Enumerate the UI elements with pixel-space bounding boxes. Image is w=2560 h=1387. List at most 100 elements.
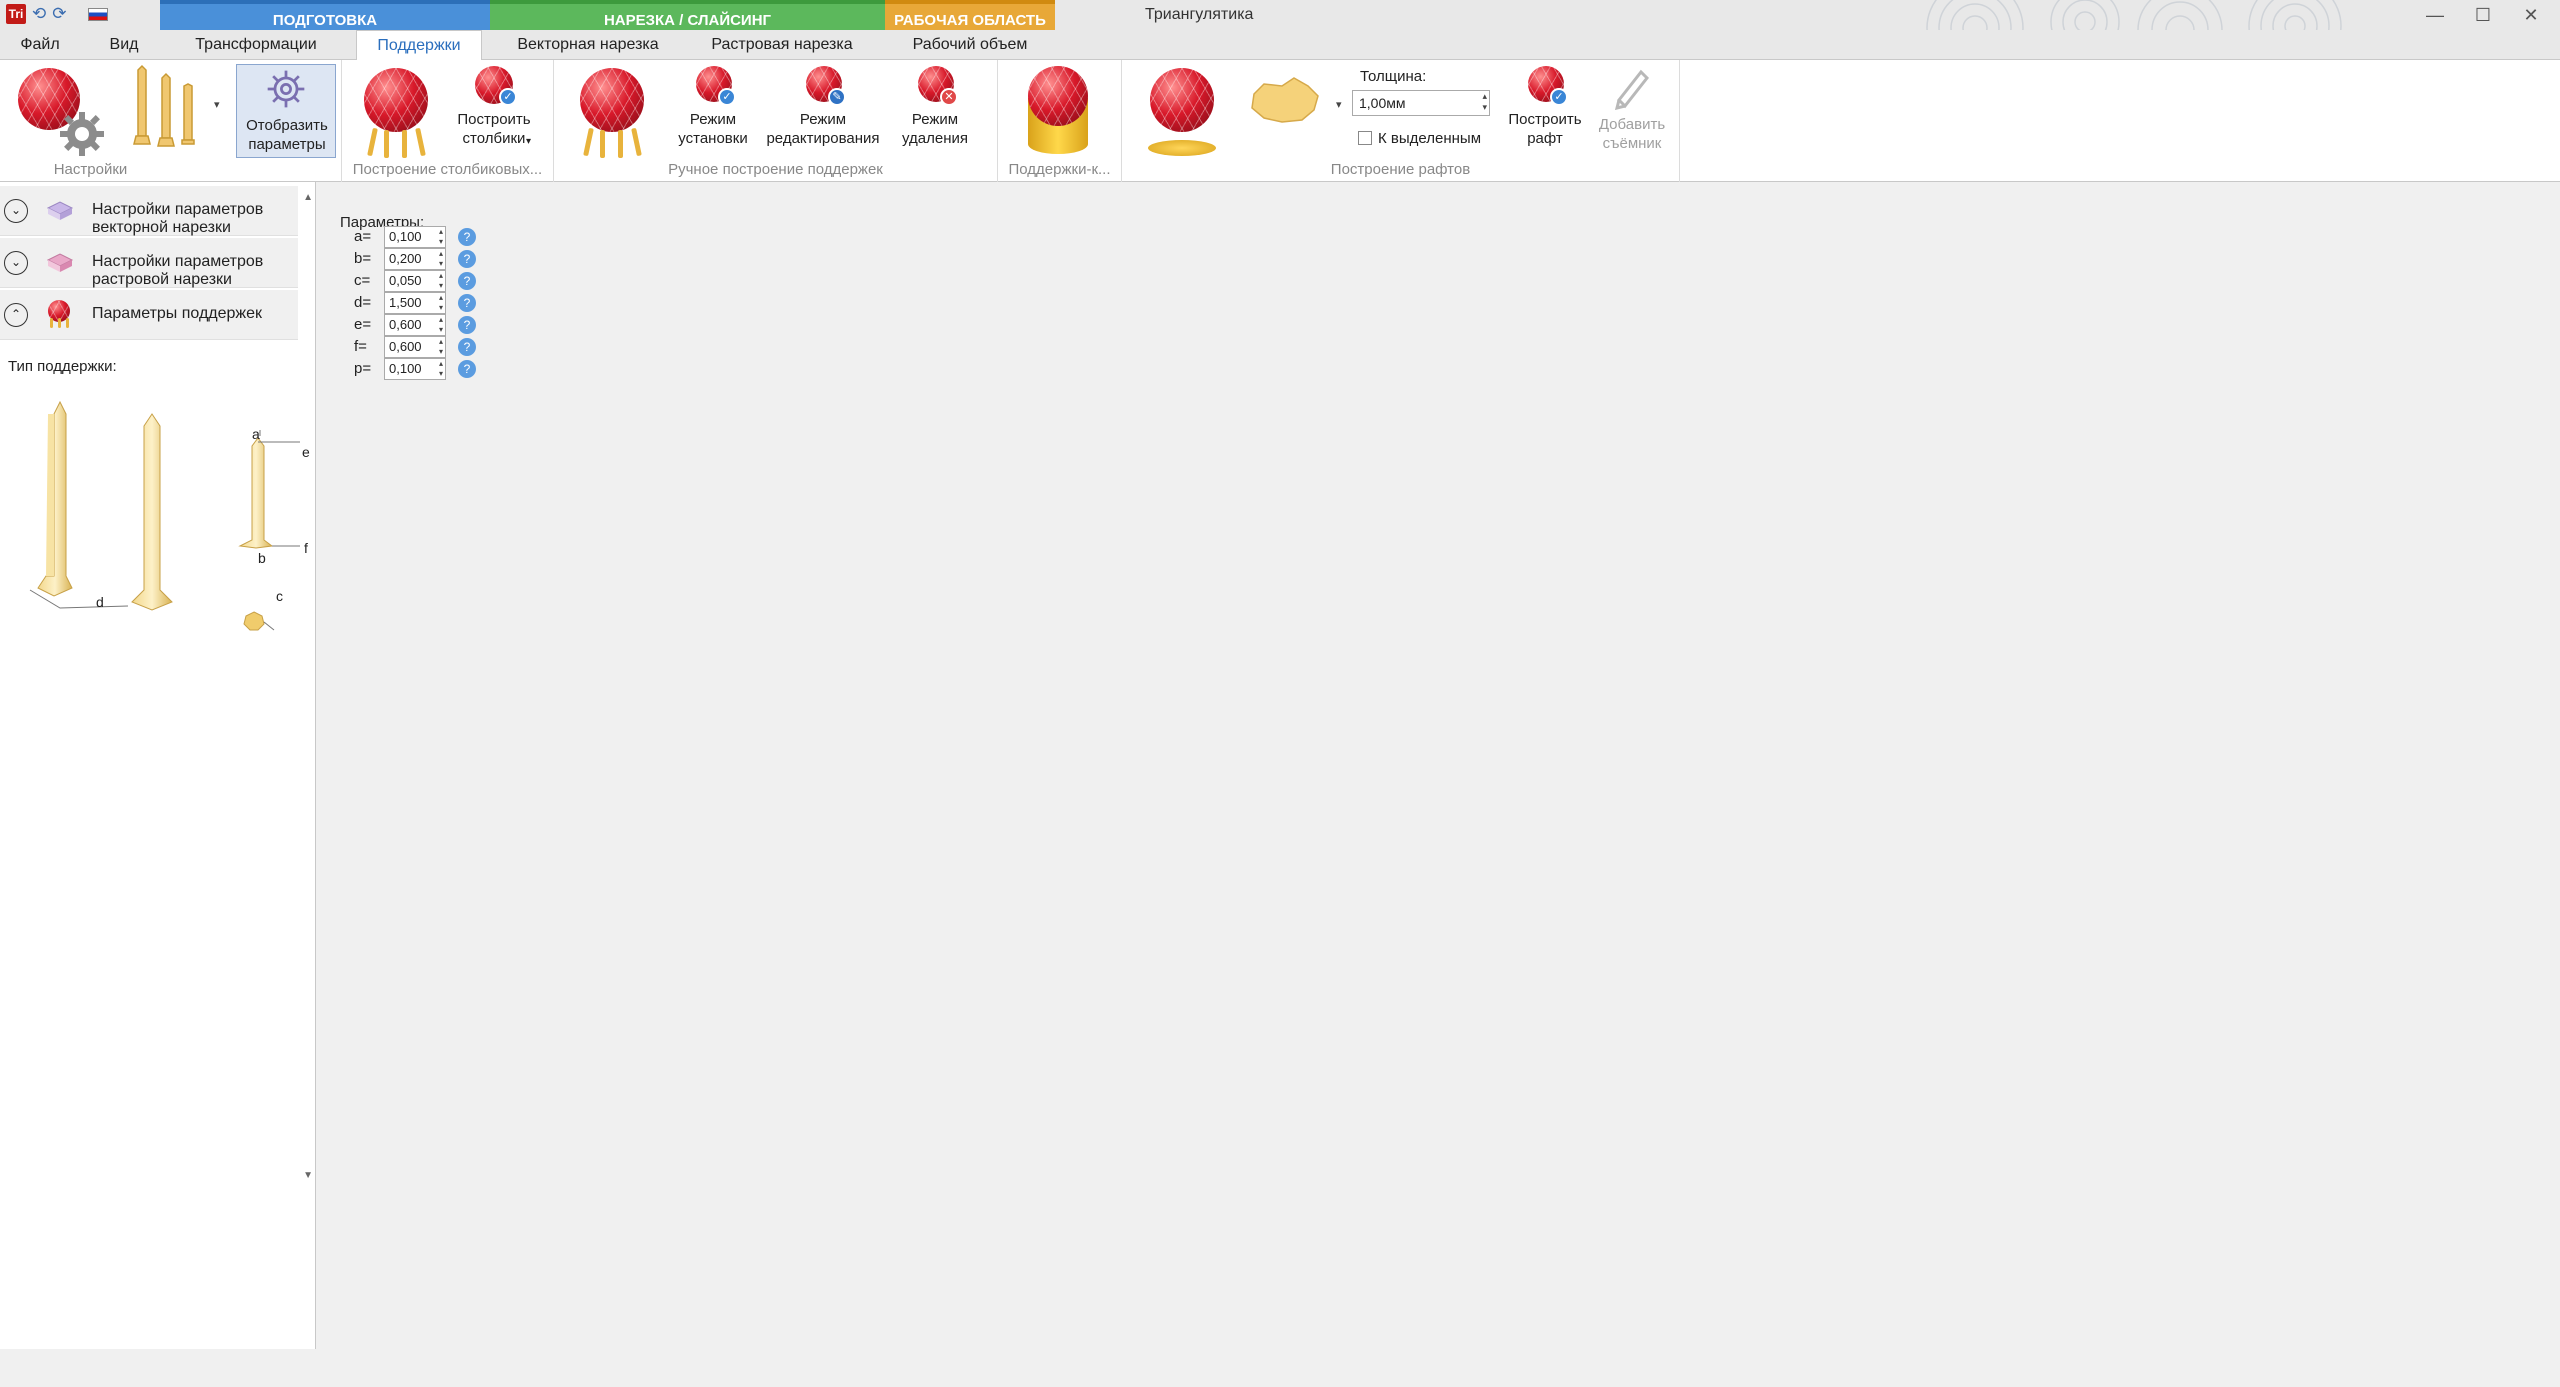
- language-flag-icon[interactable]: [88, 8, 108, 21]
- dim-label-f: f: [304, 540, 308, 556]
- add-removable-label: Добавить съёмник: [1598, 116, 1666, 152]
- show-params-button[interactable]: Отобразить параметры: [236, 64, 336, 158]
- dim-label-c: c: [276, 588, 283, 604]
- close-button[interactable]: ✕: [2508, 2, 2554, 28]
- dim-label-a: a: [252, 426, 260, 442]
- tab-work-volume[interactable]: Рабочий объем: [890, 30, 1050, 60]
- maximize-button[interactable]: ☐: [2460, 2, 2506, 28]
- help-icon[interactable]: ?: [458, 338, 476, 356]
- undo-redo-icons[interactable]: ⟲⟳: [32, 4, 73, 24]
- gem-supports-icon: [356, 64, 436, 160]
- gem-manual-icon: [572, 64, 652, 160]
- dim-label-d: d: [96, 594, 104, 610]
- title-bar: Tri ⟲⟳ ПОДГОТОВКА НАРЕЗКА / СЛАЙСИНГ РАБ…: [0, 0, 2560, 60]
- acc-vector-label: Настройки параметров векторной нарезки: [92, 201, 264, 236]
- tab-supports[interactable]: Поддержки: [356, 30, 482, 61]
- scroll-down-arrow-icon[interactable]: ▼: [303, 1170, 313, 1181]
- support-params-icon: [46, 300, 74, 328]
- raft-preset-button[interactable]: [1142, 64, 1222, 164]
- build-columns-button[interactable]: ✓ Построить столбики ▾: [454, 64, 534, 164]
- chevron-down-icon[interactable]: ⌄: [4, 251, 28, 275]
- column-supports-button[interactable]: [126, 64, 210, 154]
- delete-mode-icon: ✕: [912, 64, 958, 110]
- raft-shape-button[interactable]: [1242, 64, 1326, 164]
- vector-slicing-icon: [46, 201, 74, 220]
- ribbon-tabs: Файл Вид Трансформации Поддержки Векторн…: [0, 30, 2560, 61]
- group-settings: ▾ Отобразить параметры Настройки: [0, 60, 342, 182]
- group-rafts-label: Построение рафтов: [1330, 161, 1471, 178]
- minimize-button[interactable]: —: [2412, 2, 2458, 28]
- manual-supports-button[interactable]: [572, 64, 652, 164]
- app-window: Tri ⟲⟳ ПОДГОТОВКА НАРЕЗКА / СЛАЙСИНГ РАБ…: [0, 0, 2560, 1387]
- help-icon[interactable]: ?: [458, 272, 476, 290]
- column-supports-preset-button[interactable]: [356, 64, 436, 164]
- param-input-e[interactable]: 0,600: [384, 314, 446, 336]
- tab-raster-slicing[interactable]: Растровая нарезка: [694, 30, 870, 60]
- tab-transformations[interactable]: Трансформации: [178, 30, 334, 60]
- pencil-icon: [1614, 69, 1650, 111]
- help-icon[interactable]: ?: [458, 294, 476, 312]
- supports-k-button[interactable]: [1018, 64, 1098, 164]
- raft-shape-dropdown-icon[interactable]: ▾: [1336, 98, 1342, 111]
- build-raft-label: Построить рафт: [1508, 111, 1582, 147]
- tab-view[interactable]: Вид: [92, 30, 156, 60]
- add-removable-button[interactable]: Добавить съёмник: [1592, 64, 1672, 164]
- app-title: Триангулятика: [1145, 6, 1254, 23]
- help-icon[interactable]: ?: [458, 360, 476, 378]
- param-input-f[interactable]: 0,600: [384, 336, 446, 358]
- group-columns-label: Построение столбиковых...: [352, 161, 543, 178]
- chevron-up-icon[interactable]: ⌃: [4, 303, 28, 327]
- mode-delete-label: Режим удаления: [902, 111, 968, 147]
- param-input-c[interactable]: 0,050: [384, 270, 446, 292]
- acc-supports-label: Параметры поддержек: [92, 305, 263, 322]
- mode-install-label: Режим установки: [678, 111, 748, 147]
- raster-slicing-icon: [46, 253, 74, 272]
- support-settings-icon: [12, 64, 108, 160]
- gem-raft-icon: [1142, 64, 1222, 160]
- param-input-b[interactable]: 0,200: [384, 248, 446, 270]
- group-settings-label: Настройки: [53, 161, 128, 178]
- param-input-p[interactable]: 0,100: [384, 358, 446, 380]
- acc-vector-settings[interactable]: ⌄ Настройки параметров векторной нарезки: [0, 186, 298, 236]
- context-slicing: НАРЕЗКА / СЛАЙСИНГ: [490, 0, 885, 30]
- param-input-a[interactable]: 0,100: [384, 226, 446, 248]
- mode-install-button[interactable]: ✓ Режим установки: [676, 64, 750, 164]
- chevron-down-icon[interactable]: ⌄: [4, 199, 28, 223]
- install-mode-icon: ✓: [690, 64, 736, 110]
- group-supports-k-label: Поддержки-к...: [1008, 161, 1111, 178]
- tab-vector-slicing[interactable]: Векторная нарезка: [500, 30, 676, 60]
- support-settings-button[interactable]: [12, 64, 108, 164]
- mode-delete-button[interactable]: ✕ Режим удаления: [898, 64, 972, 164]
- build-columns-icon: ✓: [469, 64, 519, 110]
- raft-shape-icon: [1251, 77, 1319, 123]
- columns-icon: [133, 64, 195, 147]
- thickness-label: Толщина:: [1360, 68, 1427, 85]
- acc-raster-label: Настройки параметров растровой нарезки: [92, 253, 264, 288]
- mode-edit-button[interactable]: ✎ Режим редактирования: [766, 64, 880, 164]
- help-icon[interactable]: ?: [458, 250, 476, 268]
- build-raft-button[interactable]: ✓ Построить рафт: [1508, 64, 1582, 164]
- support-type-diagram: [29, 400, 300, 631]
- columns-dropdown-arrow-icon[interactable]: ▾: [214, 98, 220, 111]
- group-supports-k: Поддержки-к...: [998, 60, 1122, 182]
- dim-label-b: b: [258, 550, 266, 566]
- help-icon[interactable]: ?: [458, 316, 476, 334]
- with-selected-checkbox[interactable]: К выделенным: [1358, 130, 1481, 147]
- tab-file[interactable]: Файл: [8, 30, 72, 60]
- group-manual: ✓ Режим установки ✎ Режим редактирования…: [554, 60, 998, 182]
- cylinder-support-icon: [1018, 64, 1098, 160]
- context-prep: ПОДГОТОВКА: [160, 0, 490, 30]
- acc-support-params[interactable]: ⌃ Параметры поддержек: [0, 290, 298, 340]
- scroll-up-arrow-icon[interactable]: ▲: [303, 192, 313, 203]
- help-icon[interactable]: ?: [458, 228, 476, 246]
- build-raft-icon: ✓: [1522, 64, 1568, 110]
- mode-edit-label: Режим редактирования: [766, 111, 880, 147]
- support-type-label: Тип поддержки:: [8, 358, 117, 375]
- build-columns-label: Построить столбики: [457, 111, 531, 147]
- ribbon: ▾ Отобразить параметры Настройки ✓ Постр…: [0, 60, 2560, 182]
- thickness-input[interactable]: 1,00мм ▴ ▾: [1352, 90, 1490, 116]
- acc-raster-settings[interactable]: ⌄ Настройки параметров растровой нарезки: [0, 238, 298, 288]
- left-panel: ▲ ▼ ⌄ Настройки параметров векторной нар…: [0, 182, 476, 1349]
- param-input-d[interactable]: 1,500: [384, 292, 446, 314]
- gear-icon: [267, 70, 305, 108]
